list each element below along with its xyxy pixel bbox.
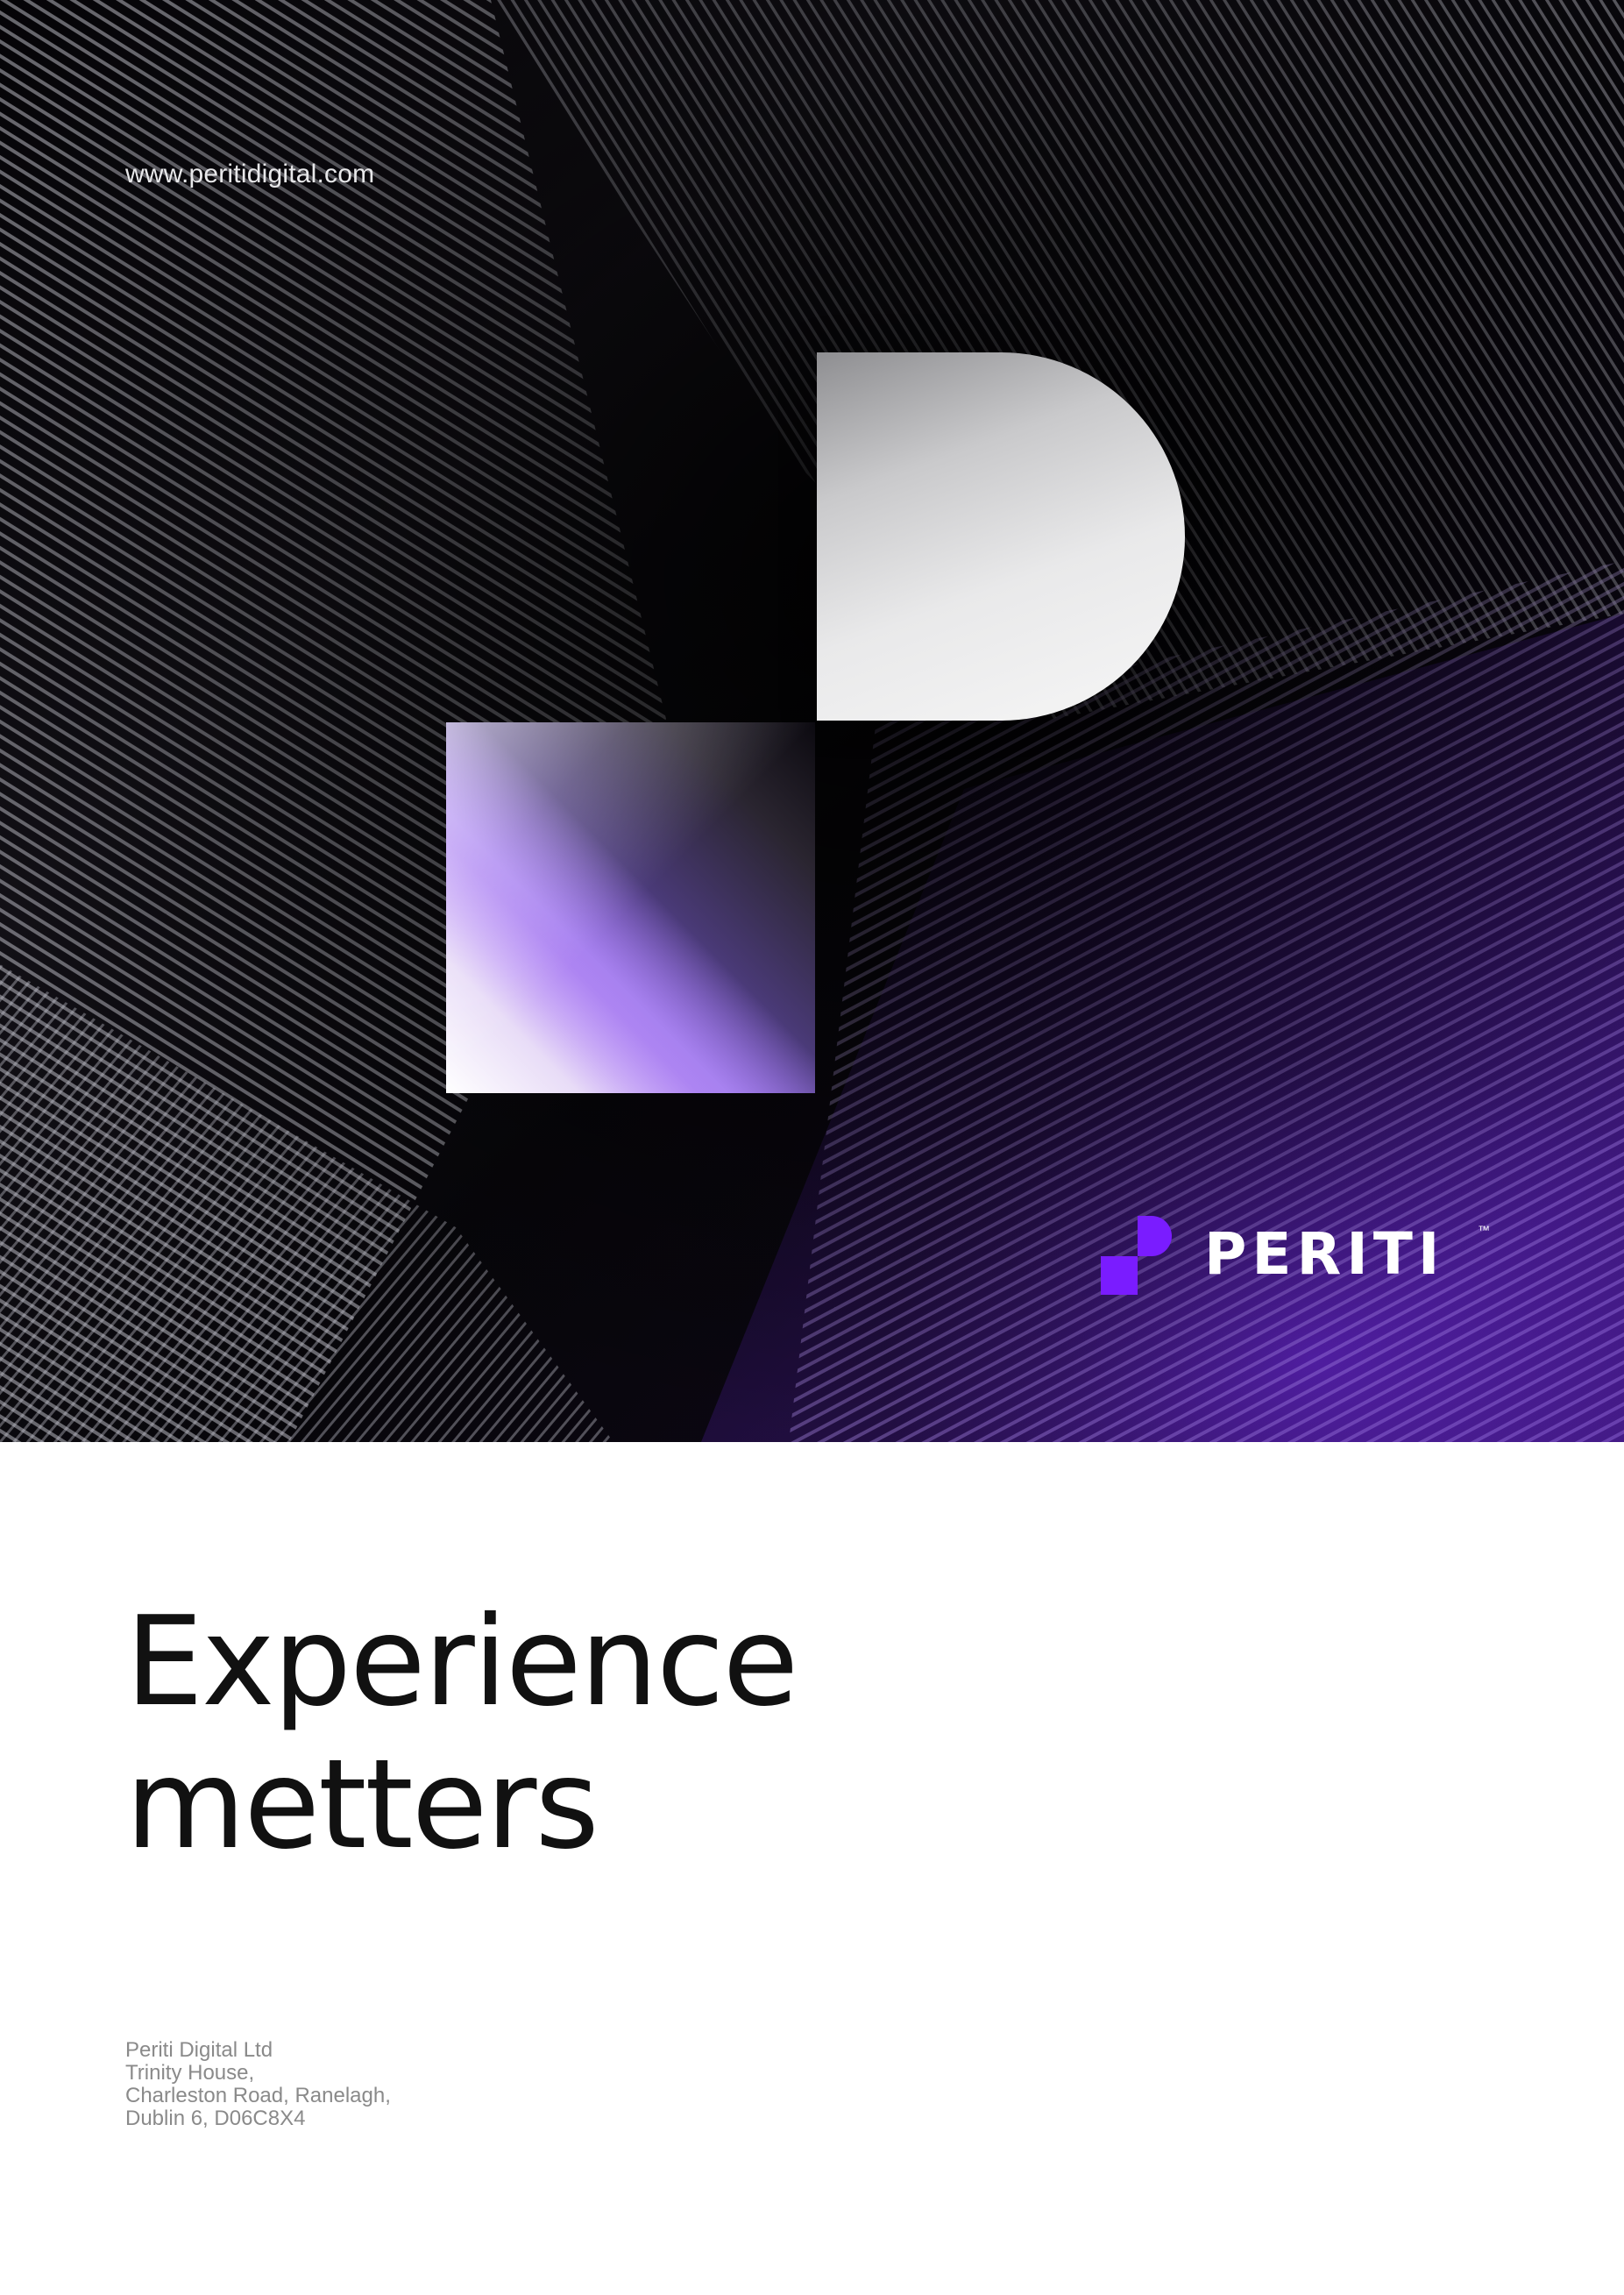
p-mark-bowl bbox=[817, 352, 1185, 721]
periti-logo-icon bbox=[1101, 1216, 1172, 1295]
website-url[interactable]: www.peritidigital.com bbox=[125, 160, 374, 189]
headline: Experience metters bbox=[125, 1591, 1177, 1877]
address-company: Periti Digital Ltd bbox=[125, 2038, 273, 2062]
logo-wordmark: PERITI bbox=[1204, 1220, 1445, 1288]
logo-trademark: ™ bbox=[1478, 1223, 1490, 1237]
headline-line-1: Experience bbox=[125, 1590, 798, 1734]
periti-logo: PERITI ™ bbox=[1101, 1216, 1504, 1295]
brochure-cover: www.peritidigital.com PERITI ™ Experienc… bbox=[0, 0, 1624, 2295]
address-line-3: Dublin 6, D06C8X4 bbox=[125, 2107, 306, 2130]
headline-line-2: metters bbox=[125, 1733, 599, 1877]
address-line-1: Trinity House, bbox=[125, 2061, 255, 2085]
address-line-2: Charleston Road, Ranelagh, bbox=[125, 2084, 391, 2107]
hero-banner: www.peritidigital.com PERITI ™ bbox=[0, 0, 1624, 1442]
p-mark-square bbox=[446, 722, 815, 1093]
company-address: Periti Digital Ltd Trinity House, Charle… bbox=[125, 2039, 391, 2130]
